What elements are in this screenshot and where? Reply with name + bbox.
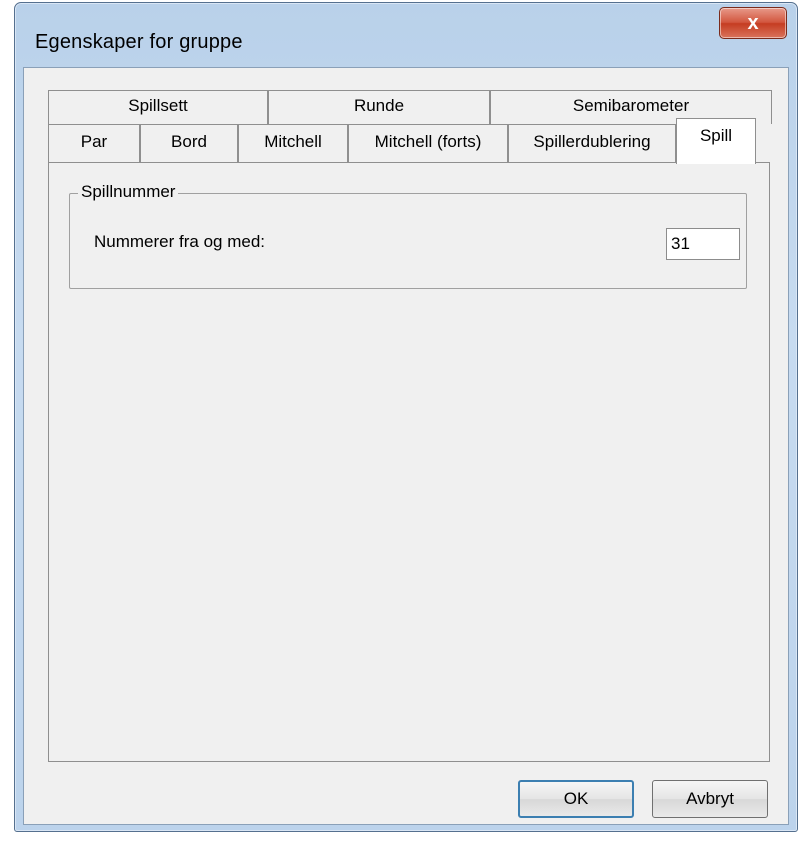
close-icon: x bbox=[747, 11, 759, 34]
tab-mitchell[interactable]: Mitchell bbox=[238, 124, 348, 162]
close-button[interactable]: x bbox=[719, 7, 787, 39]
tab-spill[interactable]: Spill bbox=[676, 118, 756, 164]
tab-par[interactable]: Par bbox=[48, 124, 140, 162]
tab-runde[interactable]: Runde bbox=[268, 90, 490, 124]
start-number-label: Nummerer fra og med: bbox=[94, 232, 265, 251]
tab-panel-spill: Spillnummer Nummerer fra og med: bbox=[48, 162, 770, 762]
spillnummer-groupbox: Spillnummer Nummerer fra og med: bbox=[69, 182, 747, 289]
start-number-input[interactable] bbox=[666, 228, 740, 260]
tab-spillerdublering[interactable]: Spillerdublering bbox=[508, 124, 676, 162]
title-bar[interactable]: Egenskaper for gruppe x bbox=[15, 3, 797, 67]
tab-bord[interactable]: Bord bbox=[140, 124, 238, 162]
dialog-client-area: Spillsett Runde Semibarometer Par Bord M… bbox=[23, 67, 789, 825]
groupbox-legend: Spillnummer bbox=[78, 182, 179, 202]
tab-mitchell-forts[interactable]: Mitchell (forts) bbox=[348, 124, 508, 162]
ok-button[interactable]: OK bbox=[518, 780, 634, 818]
cancel-button[interactable]: Avbryt bbox=[652, 780, 768, 818]
dialog-window: Egenskaper for gruppe x Spillsett Runde … bbox=[14, 2, 798, 832]
window-title: Egenskaper for gruppe bbox=[35, 31, 243, 53]
tab-spillsett[interactable]: Spillsett bbox=[48, 90, 268, 124]
